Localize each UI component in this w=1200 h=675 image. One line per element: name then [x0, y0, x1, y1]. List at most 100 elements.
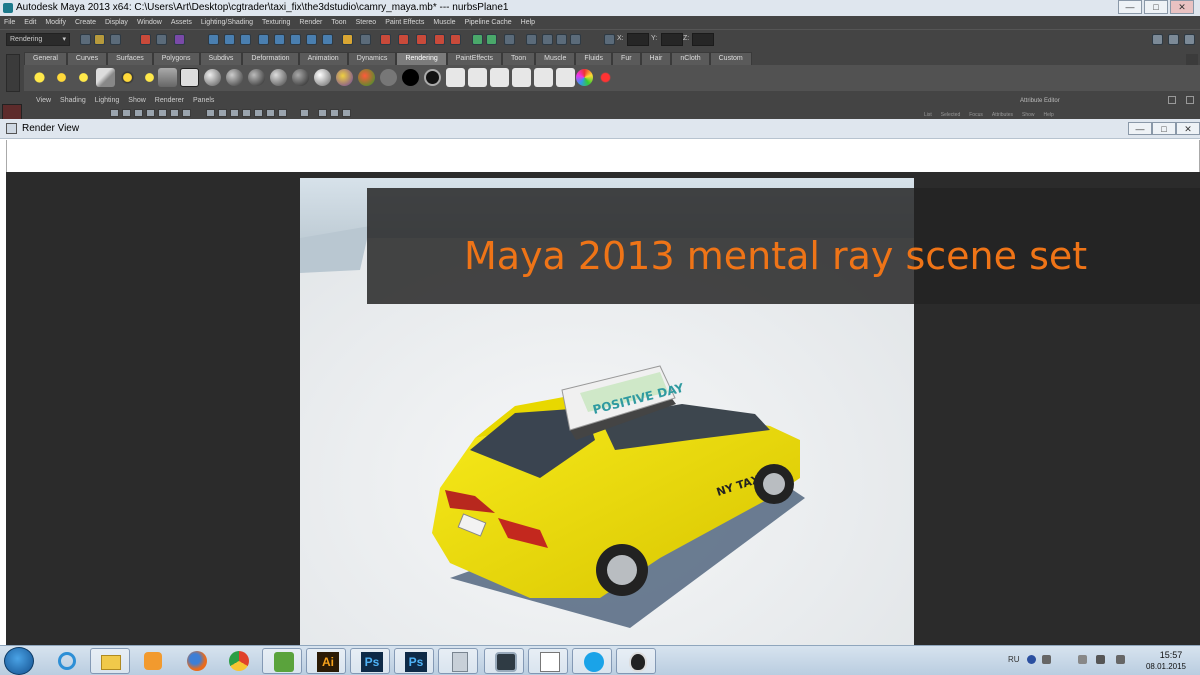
- channel-box-icon[interactable]: [472, 34, 483, 45]
- snap-point-icon[interactable]: [240, 34, 251, 45]
- help-tray-icon[interactable]: [1027, 655, 1036, 664]
- mental-ray-sphere-icon[interactable]: [576, 69, 593, 86]
- shelf-menu-button[interactable]: [6, 54, 20, 92]
- menu-texturing[interactable]: Texturing: [262, 19, 290, 26]
- panel-tool-icon[interactable]: [146, 109, 155, 117]
- panel-menu-shading[interactable]: Shading: [60, 97, 86, 107]
- show-channel-box-icon[interactable]: [1152, 34, 1163, 45]
- open-scene-icon[interactable]: [94, 34, 105, 45]
- shelf-tab-polygons[interactable]: Polygons: [152, 52, 200, 65]
- menu-create[interactable]: Create: [75, 19, 96, 26]
- show-attribute-editor-icon[interactable]: [1168, 34, 1179, 45]
- maximize-button[interactable]: □: [1144, 0, 1168, 14]
- noise-texture-icon[interactable]: [512, 68, 531, 87]
- layer-editor-icon[interactable]: [486, 34, 497, 45]
- menu-help[interactable]: Help: [521, 19, 535, 26]
- tool-settings-icon[interactable]: [504, 34, 515, 45]
- ramp-shader-sphere-icon[interactable]: [336, 69, 353, 86]
- surface-shader-sphere-icon[interactable]: [314, 69, 331, 86]
- attribute-editor-close-icon[interactable]: [1186, 96, 1194, 104]
- show-tool-settings-icon[interactable]: [1184, 34, 1195, 45]
- menu-window[interactable]: Window: [137, 19, 162, 26]
- shelf-tab-custom[interactable]: Custom: [709, 52, 752, 65]
- shelf-tab-toon[interactable]: Toon: [501, 52, 536, 65]
- panel-tool-icon[interactable]: [330, 109, 339, 117]
- panel-menu-renderer[interactable]: Renderer: [155, 97, 184, 107]
- shadow-matte-sphere-icon[interactable]: [402, 69, 419, 86]
- shelf-tab-surfaces[interactable]: Surfaces: [107, 52, 153, 65]
- make-live-icon[interactable]: [274, 34, 285, 45]
- shelf-tab-deformation[interactable]: Deformation: [242, 52, 299, 65]
- start-button[interactable]: [4, 647, 34, 675]
- attribute-editor-float-icon[interactable]: [1168, 96, 1176, 104]
- select-tool-icon[interactable]: [2, 104, 22, 120]
- menu-toon[interactable]: Toon: [331, 19, 346, 26]
- panel-tool-icon[interactable]: [134, 109, 143, 117]
- render-view-shelf-icon[interactable]: [534, 68, 553, 87]
- network-tray-icon[interactable]: [1096, 655, 1105, 664]
- shelf-tab-curves[interactable]: Curves: [66, 52, 108, 65]
- media-player-icon[interactable]: [132, 648, 172, 674]
- anisotropic-sphere-icon[interactable]: [270, 69, 287, 86]
- select-component-icon[interactable]: [174, 34, 185, 45]
- panel-tool-icon[interactable]: [300, 109, 309, 117]
- skype-icon[interactable]: [572, 648, 612, 674]
- shelf-tab-muscle[interactable]: Muscle: [535, 52, 576, 65]
- camera-shelf-icon[interactable]: [158, 68, 177, 87]
- menu-render[interactable]: Render: [299, 19, 322, 26]
- area-light-icon[interactable]: [118, 68, 137, 87]
- panel-tool-icon[interactable]: [266, 109, 275, 117]
- panel-menu-view[interactable]: View: [36, 97, 51, 107]
- toon-sphere-icon[interactable]: [424, 69, 441, 86]
- inkscape-icon[interactable]: [616, 648, 656, 674]
- shelf-tab-painteffects[interactable]: PaintEffects: [446, 52, 502, 65]
- grid-icon[interactable]: [556, 34, 567, 45]
- shelf-tab-rendering[interactable]: Rendering: [396, 52, 447, 65]
- panel-tool-icon[interactable]: [110, 109, 119, 117]
- x-field[interactable]: [627, 33, 649, 46]
- select-hierarchy-icon[interactable]: [140, 34, 151, 45]
- volume-tray-icon[interactable]: [1116, 655, 1125, 664]
- panel-tool-icon[interactable]: [206, 109, 215, 117]
- menu-edit[interactable]: Edit: [24, 19, 36, 26]
- shelf-tab-fluids[interactable]: Fluids: [575, 52, 613, 65]
- menu-stereo[interactable]: Stereo: [356, 19, 377, 26]
- render-view-maximize-button[interactable]: □: [1152, 122, 1176, 135]
- tray-arrow-icon[interactable]: [1042, 655, 1051, 664]
- shelf-tab-hair[interactable]: Hair: [640, 52, 672, 65]
- render-view-close-button[interactable]: ✕: [1176, 122, 1200, 135]
- phonge-sphere-icon[interactable]: [248, 69, 265, 86]
- input-output-icon[interactable]: [306, 34, 317, 45]
- playback-icon[interactable]: [570, 34, 581, 45]
- ipr-render-icon[interactable]: [360, 34, 371, 45]
- firefox-icon[interactable]: [176, 648, 216, 674]
- use-background-sphere-icon[interactable]: [380, 69, 397, 86]
- shelf-tab-general[interactable]: General: [24, 52, 67, 65]
- shelf-tab-dynamics[interactable]: Dynamics: [347, 52, 397, 65]
- panel-tool-icon[interactable]: [242, 109, 251, 117]
- minimize-button[interactable]: —: [1118, 0, 1142, 14]
- device-tray-icon[interactable]: [1078, 655, 1087, 664]
- language-indicator[interactable]: RU: [1008, 655, 1020, 664]
- panel-tool-icon[interactable]: [278, 109, 287, 117]
- layered-shader-sphere-icon[interactable]: [358, 69, 375, 86]
- render-viewport[interactable]: NY TAXI POSITIVE DAY Maya 2013 mental ra…: [6, 172, 1200, 645]
- notepad-icon[interactable]: [528, 648, 568, 674]
- point-light-icon[interactable]: [74, 68, 93, 87]
- blinn-sphere-icon[interactable]: [204, 69, 221, 86]
- menu-paint-effects[interactable]: Paint Effects: [385, 19, 424, 26]
- ambient-light-icon[interactable]: [30, 68, 49, 87]
- y-field[interactable]: [661, 33, 683, 46]
- panel-menu-panels[interactable]: Panels: [193, 97, 214, 107]
- phong-sphere-icon[interactable]: [226, 69, 243, 86]
- panel-menu-lighting[interactable]: Lighting: [95, 97, 120, 107]
- calculator-icon[interactable]: [438, 648, 478, 674]
- render-current-frame-icon[interactable]: [342, 34, 353, 45]
- shelf-tab-fur[interactable]: Fur: [612, 52, 641, 65]
- volume-light-icon[interactable]: [140, 68, 159, 87]
- lambert-sphere-icon[interactable]: [292, 69, 309, 86]
- maya-icon[interactable]: [484, 648, 524, 674]
- camera-icon[interactable]: [526, 34, 537, 45]
- construction-history-icon[interactable]: [322, 34, 333, 45]
- snap-view-plane-icon[interactable]: [258, 34, 269, 45]
